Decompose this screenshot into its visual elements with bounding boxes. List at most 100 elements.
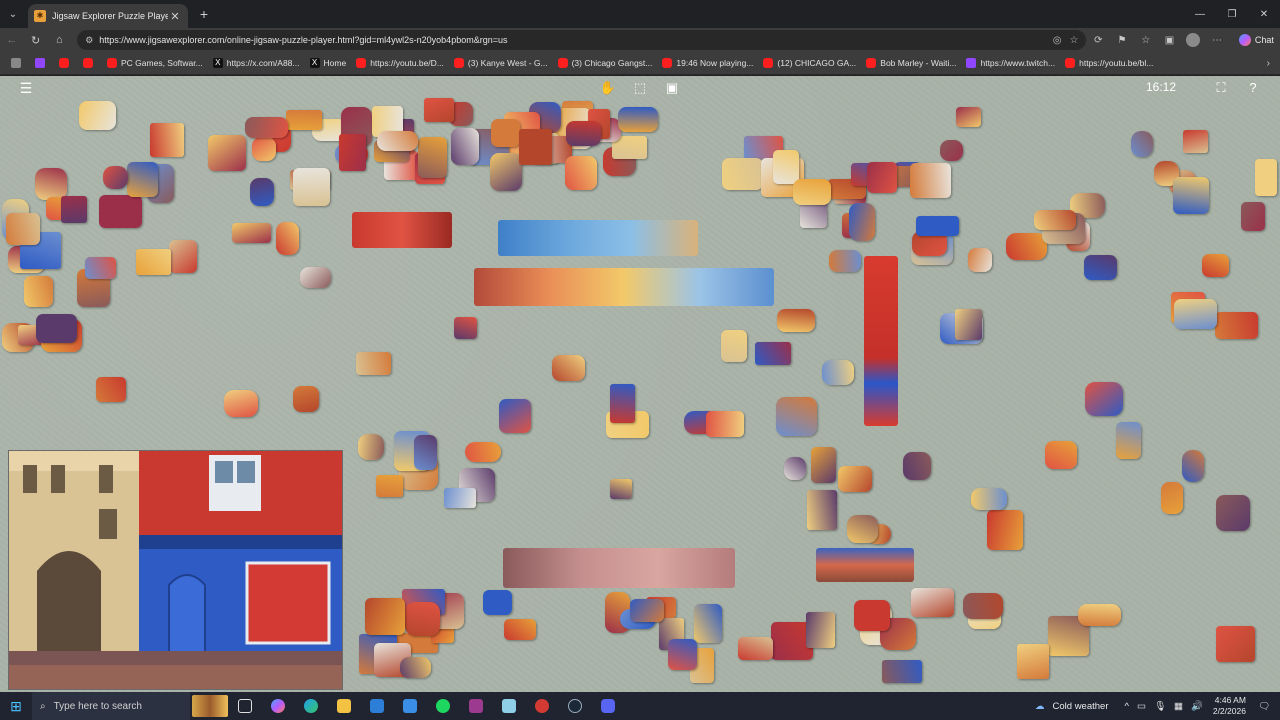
puzzle-piece[interactable] <box>103 166 128 189</box>
puzzle-piece[interactable] <box>566 121 601 146</box>
assembled-blue-shop-strip[interactable] <box>816 548 914 582</box>
puzzle-piece[interactable] <box>755 342 791 365</box>
discord-icon[interactable] <box>591 692 624 720</box>
puzzle-piece[interactable] <box>963 593 1003 619</box>
puzzle-piece[interactable] <box>968 248 992 272</box>
puzzle-piece[interactable] <box>838 466 872 492</box>
fullscreen-icon[interactable]: ⛶ <box>1212 79 1230 97</box>
puzzle-piece[interactable] <box>793 179 831 205</box>
assembled-brick-piece[interactable] <box>352 212 452 248</box>
puzzle-piece[interactable] <box>618 107 658 132</box>
restore-icon[interactable]: ❐ <box>1216 0 1248 28</box>
puzzle-piece[interactable] <box>1174 299 1217 329</box>
puzzle-piece[interactable] <box>694 604 722 643</box>
puzzle-piece[interactable] <box>418 137 447 178</box>
close-window-icon[interactable]: ✕ <box>1248 0 1280 28</box>
puzzle-piece[interactable] <box>1241 202 1265 231</box>
edge-icon[interactable] <box>294 692 327 720</box>
puzzle-piece[interactable] <box>499 399 531 433</box>
puzzle-piece[interactable] <box>776 397 817 436</box>
assembled-pavement-strip[interactable] <box>503 548 735 588</box>
weather-text[interactable]: Cold weather <box>1049 701 1113 712</box>
puzzle-piece[interactable] <box>1215 312 1258 339</box>
puzzle-piece[interactable] <box>300 267 331 288</box>
puzzle-piece[interactable] <box>286 110 322 130</box>
puzzle-piece[interactable] <box>552 355 585 381</box>
puzzle-piece[interactable] <box>1216 495 1250 531</box>
clock[interactable]: 4:46 AM 2/2/2026 <box>1207 695 1254 717</box>
chevron-up-icon[interactable]: ^ <box>1121 701 1133 712</box>
address-bar[interactable]: ⚙ https://www.jigsawexplorer.com/online-… <box>77 30 1087 50</box>
puzzle-piece[interactable] <box>483 590 512 615</box>
puzzle-piece[interactable] <box>414 435 437 470</box>
puzzle-piece[interactable] <box>822 360 854 385</box>
puzzle-piece[interactable] <box>916 216 959 236</box>
puzzle-piece[interactable] <box>1084 255 1117 280</box>
puzzle-piece[interactable] <box>811 447 836 483</box>
puzzle-piece[interactable] <box>773 150 799 184</box>
puzzle-piece[interactable] <box>377 131 418 151</box>
bookmark-item[interactable]: (3) Kanye West - G... <box>449 53 553 73</box>
puzzle-piece[interactable] <box>250 178 274 206</box>
puzzle-piece[interactable] <box>1116 422 1141 459</box>
puzzle-piece[interactable] <box>293 168 330 206</box>
bookmark-item[interactable] <box>78 53 102 73</box>
profile-avatar[interactable] <box>1186 33 1201 47</box>
tab-search-icon[interactable]: ⌄ <box>0 0 26 28</box>
puzzle-piece[interactable] <box>358 434 384 460</box>
puzzle-piece[interactable] <box>451 128 479 165</box>
bookmark-item[interactable]: Xhttps://x.com/A88... <box>208 53 305 73</box>
taskbar-search[interactable]: ⌕ Type here to search <box>32 692 190 720</box>
reading-mode-icon[interactable]: ◎ <box>1053 35 1062 46</box>
puzzle-piece[interactable] <box>882 660 922 683</box>
puzzle-piece[interactable] <box>806 612 835 648</box>
puzzle-piece[interactable] <box>1078 604 1121 626</box>
puzzle-piece[interactable] <box>1017 644 1049 679</box>
puzzle-piece[interactable] <box>504 619 536 640</box>
puzzle-piece[interactable] <box>849 203 875 241</box>
hand-icon[interactable]: ✋ <box>599 79 617 97</box>
microphone-icon[interactable]: 🎙 <box>1150 701 1170 712</box>
puzzle-piece[interactable] <box>721 330 747 362</box>
reload-icon[interactable]: ↻ <box>24 28 48 52</box>
puzzle-piece[interactable] <box>1173 177 1209 214</box>
bookmark-item[interactable]: (12) CHICAGO GA... <box>758 53 861 73</box>
puzzle-piece[interactable] <box>911 588 954 617</box>
bookmark-item[interactable]: PC Games, Softwar... <box>102 53 208 73</box>
puzzle-piece[interactable] <box>24 276 53 307</box>
puzzle-piece[interactable] <box>1131 131 1153 157</box>
puzzle-piece[interactable] <box>829 250 861 272</box>
refresh-extension-icon[interactable]: ⟳ <box>1086 35 1110 46</box>
puzzle-piece[interactable] <box>61 196 87 223</box>
assembled-red-column[interactable] <box>864 256 898 426</box>
media-player-icon[interactable] <box>525 692 558 720</box>
puzzle-piece[interactable] <box>36 314 77 343</box>
puzzle-piece[interactable] <box>519 129 552 165</box>
bookmark-item[interactable]: 19:46 Now playing... <box>657 53 758 73</box>
puzzle-piece[interactable] <box>150 123 184 157</box>
windows-start-icon[interactable]: ⊞ <box>0 692 32 720</box>
back-icon[interactable]: ← <box>0 28 24 52</box>
puzzle-piece[interactable] <box>722 158 763 190</box>
site-info-icon[interactable]: ⚙ <box>85 35 93 46</box>
volume-icon[interactable]: 🔊 <box>1187 701 1207 712</box>
puzzle-piece[interactable] <box>400 657 431 678</box>
steam-icon[interactable] <box>558 692 591 720</box>
puzzle-piece[interactable] <box>777 309 815 332</box>
winrar-icon[interactable] <box>459 692 492 720</box>
bookmark-item[interactable] <box>54 53 78 73</box>
puzzle-piece[interactable] <box>465 442 501 462</box>
bookmark-item[interactable]: https://youtu.be/D... <box>351 53 449 73</box>
bookmark-folder[interactable] <box>6 53 30 73</box>
store-icon[interactable] <box>360 692 393 720</box>
puzzle-piece[interactable] <box>956 107 981 127</box>
puzzle-piece[interactable] <box>630 599 664 622</box>
hamburger-menu-icon[interactable]: ☰ <box>18 80 34 96</box>
puzzle-piece[interactable] <box>405 602 440 636</box>
puzzle-piece[interactable] <box>903 452 931 480</box>
puzzle-piece[interactable] <box>1034 210 1076 230</box>
puzzle-piece[interactable] <box>610 479 632 499</box>
puzzle-piece[interactable] <box>955 309 982 340</box>
puzzle-piece[interactable] <box>169 240 197 273</box>
assembled-sky-strip[interactable] <box>498 220 698 256</box>
